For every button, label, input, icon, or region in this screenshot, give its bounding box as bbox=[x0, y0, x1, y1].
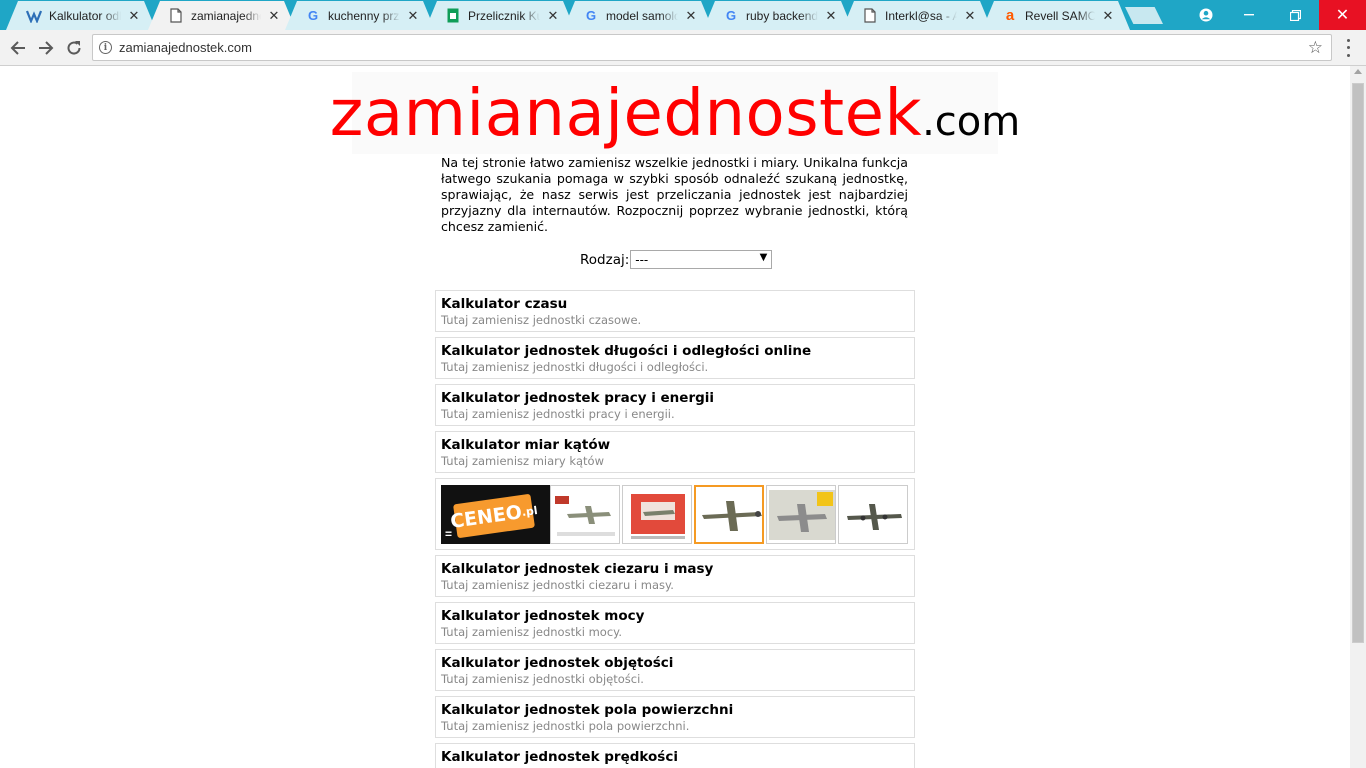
product-thumbnail-selected[interactable] bbox=[694, 485, 764, 544]
calculator-desc: Tutaj zamienisz jednostki ciezaru i masy… bbox=[441, 578, 674, 592]
list-item[interactable]: Kalkulator miar kątów Tutaj zamienisz mi… bbox=[435, 431, 915, 473]
page-viewport: zamianajednostek .com Na tej stronie łatw… bbox=[0, 66, 1350, 768]
calculator-title[interactable]: Kalkulator miar kątów bbox=[441, 437, 914, 454]
allegro-icon: a bbox=[1005, 7, 1015, 24]
ceneo-logo[interactable]: CENEO .pl = bbox=[441, 485, 550, 544]
document-icon bbox=[862, 8, 878, 24]
sheets-icon bbox=[445, 8, 461, 24]
product-thumbnail[interactable] bbox=[838, 485, 908, 544]
calculator-title[interactable]: Kalkulator jednostek objętości bbox=[441, 655, 914, 672]
back-button[interactable] bbox=[6, 36, 30, 60]
window-close-button[interactable]: ✕ bbox=[1319, 0, 1366, 30]
calculator-desc: Tutaj zamienisz jednostki mocy. bbox=[441, 625, 622, 639]
tab-ruby-backend[interactable]: G ruby backend ✕ bbox=[703, 1, 853, 30]
tab-title: kuchenny przelicznik bbox=[328, 8, 400, 23]
calculator-list: Kalkulator czasu Tutaj zamienisz jednost… bbox=[435, 290, 915, 768]
reload-button[interactable] bbox=[62, 36, 86, 60]
ceneo-ad-banner[interactable]: CENEO .pl = bbox=[435, 478, 915, 550]
calculator-desc: Tutaj zamienisz jednostki czasowe. bbox=[441, 313, 642, 327]
browser-toolbar: i zamianajednostek.com ☆ bbox=[0, 30, 1366, 66]
list-item[interactable]: Kalkulator jednostek mocy Tutaj zamienis… bbox=[435, 602, 915, 644]
list-item[interactable]: Kalkulator jednostek objętości Tutaj zam… bbox=[435, 649, 915, 691]
logo-suffix-text: .com bbox=[922, 99, 1021, 145]
google-icon: G bbox=[307, 8, 319, 23]
google-icon: G bbox=[725, 8, 737, 23]
calculator-desc: Tutaj zamienisz jednostki objętości. bbox=[441, 672, 644, 686]
tab-title: ruby backend bbox=[746, 8, 818, 23]
tab-title: Revell SAMOLOT bbox=[1025, 8, 1095, 23]
list-item[interactable]: Kalkulator jednostek pracy i energii Tut… bbox=[435, 384, 915, 426]
tab-przelicznik[interactable]: Przelicznik Kuchenny ✕ bbox=[425, 1, 575, 30]
tab-title: zamianajednostek.com bbox=[191, 8, 261, 23]
google-icon: G bbox=[585, 8, 597, 23]
tab-title: Interkl@sa - Archiwum bbox=[885, 8, 957, 23]
tab-strip: Kalkulator odległości ✕ zamianajednostek… bbox=[0, 0, 1366, 30]
profile-icon[interactable] bbox=[1183, 0, 1228, 30]
calculator-desc: Tutaj zamienisz jednostki długości i odl… bbox=[441, 360, 709, 374]
menu-lines-icon: = bbox=[445, 527, 453, 541]
tab-revell[interactable]: a Revell SAMOLOT ✕ bbox=[982, 1, 1130, 30]
calculator-desc: Tutaj zamienisz miary kątów bbox=[441, 454, 604, 468]
kind-label: Rodzaj: bbox=[580, 251, 630, 268]
close-icon[interactable]: ✕ bbox=[268, 8, 280, 24]
product-thumbnail[interactable] bbox=[622, 485, 692, 544]
close-icon[interactable]: ✕ bbox=[685, 8, 697, 24]
document-icon bbox=[168, 8, 184, 24]
close-icon[interactable]: ✕ bbox=[407, 8, 419, 24]
tab-title: Kalkulator odległości bbox=[49, 8, 121, 23]
new-tab-button[interactable] bbox=[1125, 7, 1163, 24]
tab-title: model samolotu bbox=[606, 8, 678, 23]
product-thumbnail[interactable] bbox=[550, 485, 620, 544]
menu-icon[interactable] bbox=[1340, 37, 1356, 59]
close-icon[interactable]: ✕ bbox=[128, 8, 140, 24]
list-item[interactable]: Kalkulator czasu Tutaj zamienisz jednost… bbox=[435, 290, 915, 332]
page-scrollbar[interactable] bbox=[1350, 66, 1366, 768]
calculator-title[interactable]: Kalkulator jednostek mocy bbox=[441, 608, 914, 625]
tab-kuchenny[interactable]: G kuchenny przelicznik ✕ bbox=[285, 1, 435, 30]
calculator-title[interactable]: Kalkulator jednostek pola powierzchni bbox=[441, 702, 914, 719]
logo-main-text: zamianajednostek bbox=[329, 77, 923, 151]
tab-model-samolotu[interactable]: G model samolotu ✕ bbox=[563, 1, 713, 30]
close-icon[interactable]: ✕ bbox=[547, 8, 559, 24]
tab-kalkulator[interactable]: Kalkulator odległości ✕ bbox=[6, 1, 156, 30]
close-icon[interactable]: ✕ bbox=[964, 8, 976, 24]
calculator-desc: Tutaj zamienisz jednostki pola powierzch… bbox=[441, 719, 690, 733]
kind-select[interactable]: --- bbox=[630, 250, 773, 269]
calculator-title[interactable]: Kalkulator czasu bbox=[441, 296, 914, 313]
kind-selector: Rodzaj: --- ▼ bbox=[580, 250, 773, 269]
forward-button[interactable] bbox=[34, 36, 58, 60]
close-icon[interactable]: ✕ bbox=[1102, 8, 1114, 24]
list-item[interactable]: Kalkulator jednostek ciezaru i masy Tuta… bbox=[435, 555, 915, 597]
tab-title: Przelicznik Kuchenny bbox=[468, 8, 540, 23]
scrollbar-thumb[interactable] bbox=[1352, 83, 1364, 643]
site-logo[interactable]: zamianajednostek .com bbox=[330, 72, 1020, 154]
intro-paragraph: Na tej stronie łatwo zamienisz wszelkie … bbox=[441, 155, 908, 234]
product-thumbnail[interactable] bbox=[766, 485, 836, 544]
address-bar[interactable]: i zamianajednostek.com ☆ bbox=[92, 34, 1332, 61]
calculator-title[interactable]: Kalkulator jednostek prędkości bbox=[441, 749, 914, 766]
scroll-up-arrow-icon[interactable] bbox=[1354, 69, 1362, 74]
info-icon[interactable]: i bbox=[99, 41, 112, 54]
tab-interklasa[interactable]: Interkl@sa - Archiwum ✕ bbox=[842, 1, 992, 30]
close-icon[interactable]: ✕ bbox=[825, 8, 837, 24]
list-item[interactable]: Kalkulator jednostek długości i odległoś… bbox=[435, 337, 915, 379]
minimize-button[interactable] bbox=[1226, 0, 1271, 30]
list-item[interactable]: Kalkulator jednostek pola powierzchni Tu… bbox=[435, 696, 915, 738]
list-item[interactable]: Kalkulator jednostek prędkości bbox=[435, 743, 915, 768]
calculator-desc: Tutaj zamienisz jednostki pracy i energi… bbox=[441, 407, 675, 421]
tab-zamianajednostek[interactable]: zamianajednostek.com ✕ bbox=[148, 1, 296, 30]
calculator-title[interactable]: Kalkulator jednostek ciezaru i masy bbox=[441, 561, 914, 578]
calculator-title[interactable]: Kalkulator jednostek pracy i energii bbox=[441, 390, 914, 407]
ceneo-brand: CENEO bbox=[449, 501, 524, 534]
bookmark-star-icon[interactable]: ☆ bbox=[1308, 38, 1323, 58]
restore-button[interactable] bbox=[1273, 0, 1318, 30]
url-text[interactable]: zamianajednostek.com bbox=[119, 40, 252, 55]
ceneo-brand-suffix: .pl bbox=[520, 503, 539, 519]
calculator-title[interactable]: Kalkulator jednostek długości i odległoś… bbox=[441, 343, 914, 360]
page-icon bbox=[26, 8, 42, 24]
